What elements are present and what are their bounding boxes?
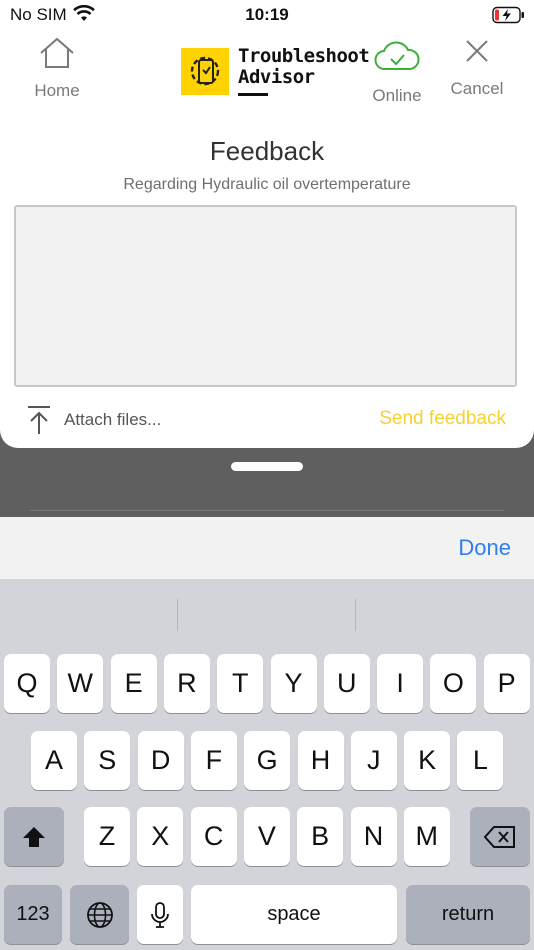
app-header: Home Troubleshoot Advisor Online Cancel xyxy=(0,30,534,115)
key[interactable]: O xyxy=(430,654,477,713)
key[interactable]: T xyxy=(217,654,264,713)
logo-gear-phone-icon xyxy=(181,48,229,95)
backspace-icon xyxy=(484,825,515,848)
key[interactable]: L xyxy=(457,731,504,790)
online-label: Online xyxy=(372,86,422,105)
home-button[interactable]: Home xyxy=(20,36,94,101)
key[interactable]: M xyxy=(403,807,450,866)
home-label: Home xyxy=(34,81,80,100)
globe-key[interactable] xyxy=(70,885,129,944)
key[interactable]: Q xyxy=(4,654,50,713)
space-key[interactable]: space xyxy=(191,885,397,944)
home-icon xyxy=(40,37,74,68)
key[interactable]: J xyxy=(350,731,397,790)
app-name-line1: Troubleshoot xyxy=(238,45,370,67)
upload-icon xyxy=(28,406,50,434)
key[interactable]: E xyxy=(110,654,157,713)
key[interactable]: N xyxy=(350,807,397,866)
numbers-key[interactable]: 123 xyxy=(4,885,62,944)
send-feedback-button[interactable]: Send feedback xyxy=(379,408,506,430)
key[interactable]: C xyxy=(190,807,237,866)
close-icon xyxy=(466,40,488,62)
key[interactable]: G xyxy=(244,731,291,790)
key[interactable]: B xyxy=(297,807,344,866)
cancel-button[interactable]: Cancel xyxy=(440,36,514,99)
sheet-drag-handle[interactable] xyxy=(231,462,303,471)
key[interactable]: K xyxy=(404,731,451,790)
attach-files-label: Attach files... xyxy=(64,410,162,429)
feedback-sheet: Feedback Regarding Hydraulic oil overtem… xyxy=(0,114,534,448)
key[interactable]: U xyxy=(323,654,370,713)
key[interactable]: F xyxy=(190,731,237,790)
key[interactable]: H xyxy=(297,731,344,790)
page-title: Feedback xyxy=(209,136,325,166)
key[interactable]: Y xyxy=(270,654,317,713)
suggestion-divider xyxy=(177,599,178,631)
clock: 10:19 xyxy=(245,5,289,24)
cloud-check-icon xyxy=(374,41,420,71)
key[interactable]: Z xyxy=(84,807,130,866)
microphone-icon xyxy=(151,901,169,928)
key[interactable]: S xyxy=(84,731,131,790)
battery-charging-icon xyxy=(492,6,526,29)
online-status[interactable]: Online xyxy=(362,40,432,106)
shift-key[interactable] xyxy=(4,807,64,866)
key[interactable]: R xyxy=(163,654,210,713)
app-logo: Troubleshoot Advisor xyxy=(181,46,370,96)
app-name-line2: Advisor xyxy=(238,66,315,88)
feedback-subtitle: Regarding Hydraulic oil overtemperature xyxy=(123,176,411,193)
delete-key[interactable] xyxy=(470,807,530,866)
status-bar: No SIM 10:19 xyxy=(0,0,534,30)
return-key[interactable]: return xyxy=(406,885,530,944)
logo-underline xyxy=(238,93,268,96)
key[interactable]: D xyxy=(137,731,184,790)
dictation-key[interactable] xyxy=(137,885,183,944)
shift-icon xyxy=(23,826,45,847)
key[interactable]: P xyxy=(483,654,530,713)
app-name: Troubleshoot Advisor xyxy=(238,45,370,88)
key[interactable]: W xyxy=(57,654,104,713)
feedback-text-field[interactable] xyxy=(14,205,517,387)
keyboard: QWERTYUIOP ASDFGHJKL ZXCVBNM 123 space r… xyxy=(0,579,534,950)
suggestion-divider xyxy=(355,599,356,631)
keyboard-accessory-bar: Done xyxy=(0,517,534,579)
cancel-label: Cancel xyxy=(450,79,504,98)
key[interactable]: I xyxy=(377,654,424,713)
done-button[interactable]: Done xyxy=(458,535,511,561)
key[interactable]: X xyxy=(137,807,184,866)
globe-icon xyxy=(86,901,113,928)
attach-files-button[interactable]: Attach files... xyxy=(26,404,161,436)
key[interactable]: V xyxy=(243,807,290,866)
key[interactable]: A xyxy=(31,731,77,790)
